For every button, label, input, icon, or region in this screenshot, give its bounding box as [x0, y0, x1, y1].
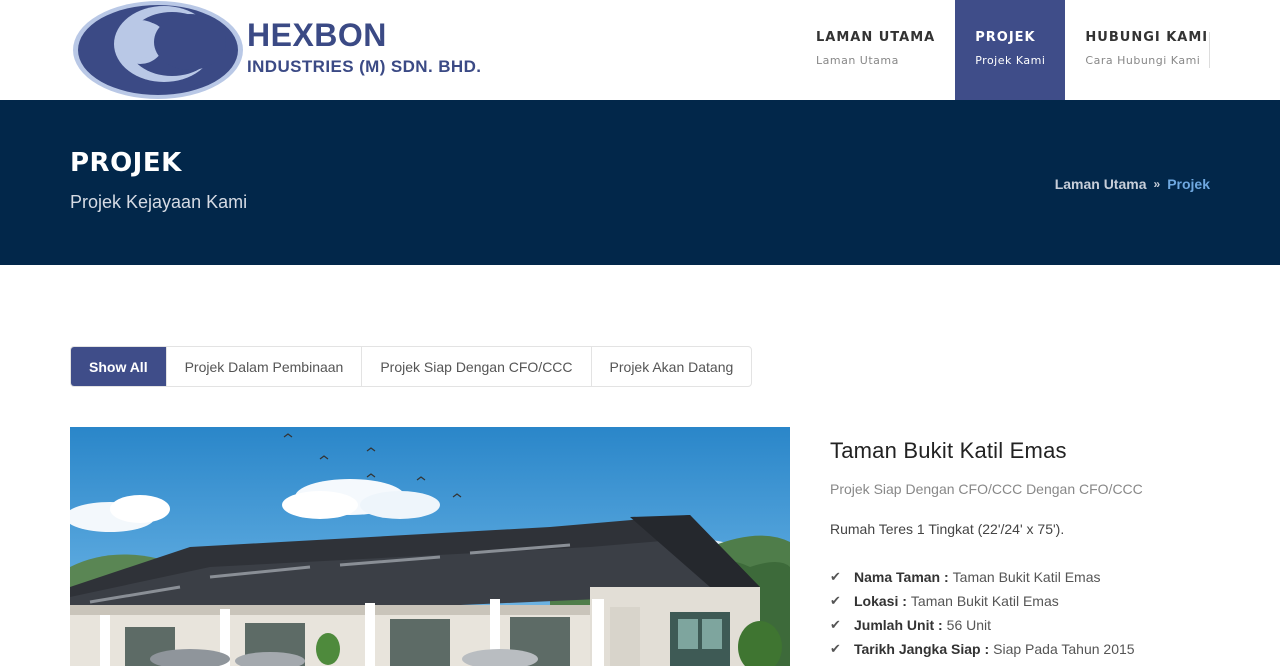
nav-item-hubungi-kami[interactable]: HUBUNGI KAMI Cara Hubungi Kami — [1065, 0, 1228, 100]
fact-label: Jumlah Unit : — [854, 617, 943, 633]
filter-dalam-pembinaan-button[interactable]: Projek Dalam Pembinaan — [167, 347, 363, 386]
breadcrumb-home-link[interactable]: Laman Utama — [1055, 176, 1147, 192]
main-nav: LAMAN UTAMA Laman Utama PROJEK Projek Ka… — [796, 0, 1228, 100]
fact-label: Tarikh Jangka Siap : — [854, 641, 990, 657]
check-icon: ✔ — [830, 569, 841, 584]
hexbon-logo-icon — [73, 1, 243, 99]
filter-show-all-button[interactable]: Show All — [71, 347, 167, 386]
check-icon: ✔ — [830, 617, 841, 632]
page-title-band: PROJEK Projek Kejayaan Kami Laman Utama … — [0, 100, 1280, 265]
fact-value: Taman Bukit Katil Emas — [910, 593, 1059, 609]
project-description: Rumah Teres 1 Tingkat (22'/24' x 75'). — [830, 521, 1065, 537]
nav-subtitle: Laman Utama — [816, 54, 899, 67]
project-filter-tabs: Show All Projek Dalam Pembinaan Projek S… — [70, 346, 753, 387]
check-icon: ✔ — [830, 593, 841, 608]
fact-label: Lokasi : — [854, 593, 907, 609]
nav-title: HUBUNGI KAMI — [1085, 30, 1209, 45]
nav-subtitle: Projek Kami — [975, 54, 1046, 67]
nav-divider — [1209, 32, 1210, 68]
nav-item-projek[interactable]: PROJEK Projek Kami — [955, 0, 1066, 100]
filter-siap-cfo-ccc-button[interactable]: Projek Siap Dengan CFO/CCC — [362, 347, 592, 386]
fact-value: Taman Bukit Katil Emas — [952, 569, 1101, 585]
brand-name: HEXBON — [247, 17, 387, 53]
fact-value: 56 Unit — [946, 617, 992, 633]
fact-label: Nama Taman : — [854, 569, 949, 585]
house-rendering-image — [70, 427, 790, 666]
project-details: Taman Bukit Katil Emas Projek Siap Denga… — [830, 438, 1250, 661]
breadcrumb: Laman Utama » Projek — [1055, 176, 1210, 192]
nav-subtitle: Cara Hubungi Kami — [1085, 54, 1201, 67]
brand-subtitle: INDUSTRIES (M) SDN. BHD. — [247, 57, 482, 76]
project-category: Projek Siap Dengan CFO/CCC Dengan CFO/CC… — [830, 481, 1143, 497]
page-subtitle: Projek Kejayaan Kami — [70, 192, 248, 212]
list-item: ✔ Tarikh Jangka Siap : Siap Pada Tahun 2… — [830, 637, 1250, 661]
nav-title: LAMAN UTAMA — [816, 30, 936, 45]
logo[interactable]: HEXBON INDUSTRIES (M) SDN. BHD. — [70, 0, 490, 100]
check-icon: ✔ — [830, 641, 841, 656]
nav-item-laman-utama[interactable]: LAMAN UTAMA Laman Utama — [796, 0, 955, 100]
list-item: ✔ Nama Taman : Taman Bukit Katil Emas — [830, 565, 1250, 589]
project-image[interactable] — [70, 427, 790, 666]
project-facts-list: ✔ Nama Taman : Taman Bukit Katil Emas ✔ … — [830, 565, 1250, 661]
breadcrumb-current: Projek — [1167, 176, 1210, 192]
nav-title: PROJEK — [975, 30, 1036, 45]
page-title: PROJEK — [70, 148, 182, 178]
project-title[interactable]: Taman Bukit Katil Emas — [830, 438, 1250, 464]
list-item: ✔ Lokasi : Taman Bukit Katil Emas — [830, 589, 1250, 613]
site-header: HEXBON INDUSTRIES (M) SDN. BHD. LAMAN UT… — [0, 0, 1280, 100]
filter-akan-datang-button[interactable]: Projek Akan Datang — [592, 347, 752, 386]
list-item: ✔ Jumlah Unit : 56 Unit — [830, 613, 1250, 637]
chevron-right-icon: » — [1153, 177, 1161, 191]
fact-value: Siap Pada Tahun 2015 — [993, 641, 1135, 657]
